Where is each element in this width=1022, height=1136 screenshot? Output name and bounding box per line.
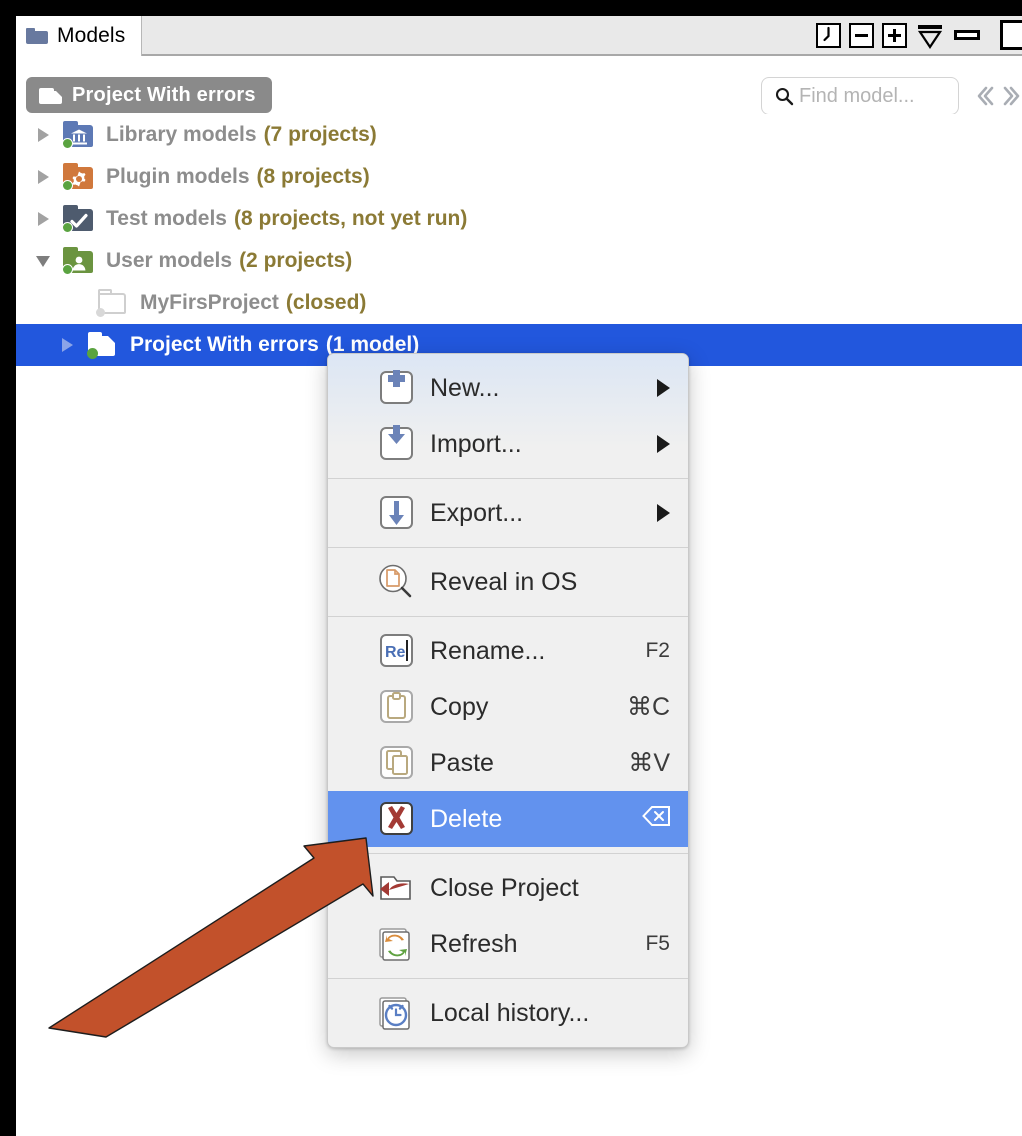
collapse-triangle-icon[interactable]: [32, 255, 54, 267]
window-controls: [816, 16, 1022, 54]
tree-row-label: Plugin models: [106, 165, 250, 188]
delete-x-icon: [376, 799, 416, 839]
menu-item-label: Refresh: [430, 929, 518, 958]
menu-item-label: Paste: [430, 748, 494, 777]
menu-item-label: Export...: [430, 498, 524, 527]
plus-box-icon[interactable]: [882, 22, 907, 48]
submenu-arrow-icon: [657, 435, 670, 453]
window-min-max: [954, 20, 1022, 50]
toolbar: Project With errors Find model...: [16, 56, 1022, 115]
menu-item-label: Import...: [430, 429, 522, 458]
menu-separator: [328, 978, 688, 979]
tree-row-user-models[interactable]: User models (2 projects): [16, 240, 1022, 282]
tree-row-count: (7 projects): [263, 123, 377, 146]
folder-icon: [26, 28, 48, 44]
menu-item-paste[interactable]: Paste ⌘V: [328, 735, 688, 791]
close-project-arrow-icon: [376, 868, 416, 908]
closed-folder-icon: [94, 288, 130, 318]
tree-row-count: (8 projects): [256, 165, 370, 188]
expand-triangle-icon[interactable]: [32, 212, 54, 226]
window-frame: Models Project With errors Find model...…: [0, 0, 1022, 1136]
clock-icon[interactable]: [816, 22, 841, 48]
breadcrumb-label: Project With errors: [72, 83, 256, 106]
library-folder-icon: [60, 120, 96, 150]
reveal-magnifier-icon: [376, 562, 416, 602]
menu-item-label: Copy: [430, 692, 489, 721]
paste-pages-icon: [376, 743, 416, 783]
menu-item-close-project[interactable]: Close Project: [328, 860, 688, 916]
breadcrumb[interactable]: Project With errors: [26, 77, 272, 113]
chevron-right-double-icon[interactable]: [1002, 84, 1022, 108]
tree-row-label: Project With errors: [130, 333, 319, 356]
menu-separator: [328, 616, 688, 617]
menu-item-accelerator: ⌘C: [626, 693, 670, 721]
clipboard-copy-icon: [376, 687, 416, 727]
menu-item-refresh[interactable]: Refresh F5: [328, 916, 688, 972]
menu-item-import[interactable]: Import...: [328, 416, 688, 472]
app-window: Models Project With errors Find model...…: [16, 16, 1022, 1136]
import-down-arrow-icon: [376, 424, 416, 464]
submenu-arrow-icon: [657, 504, 670, 522]
tree-row-label: User models: [106, 249, 233, 272]
search-input[interactable]: Find model...: [761, 77, 959, 115]
menu-item-label: Close Project: [430, 873, 579, 902]
menu-item-local-history[interactable]: Local history...: [328, 985, 688, 1041]
menu-item-label: Delete: [430, 804, 503, 833]
menu-separator: [328, 478, 688, 479]
menu-item-accelerator: F5: [645, 932, 670, 955]
tree-row-library-models[interactable]: Library models (7 projects): [16, 114, 1022, 156]
user-folder-icon: [60, 246, 96, 276]
menu-separator: [328, 853, 688, 854]
menu-item-new[interactable]: New...: [328, 360, 688, 416]
menu-item-accelerator: F2: [645, 639, 670, 662]
expand-triangle-icon[interactable]: [32, 128, 54, 142]
search-placeholder: Find model...: [799, 84, 915, 107]
plugin-folder-icon: [60, 162, 96, 192]
tree-row-plugin-models[interactable]: Plugin models (8 projects): [16, 156, 1022, 198]
folder-icon: [39, 86, 62, 104]
maximize-icon[interactable]: [1000, 20, 1022, 50]
context-menu: New... Import... Export... Reveal in OS …: [327, 353, 689, 1048]
new-plus-icon: [376, 368, 416, 408]
tab-strip: Models: [16, 16, 1022, 56]
menu-item-accelerator: ⌘V: [628, 749, 670, 777]
chevron-left-double-icon[interactable]: [975, 84, 995, 108]
menu-separator: [328, 547, 688, 548]
menu-item-export[interactable]: Export...: [328, 485, 688, 541]
menu-item-accelerator: [642, 805, 670, 833]
minus-box-icon[interactable]: [849, 22, 874, 48]
tree-row-count: (8 projects, not yet run): [233, 207, 468, 230]
open-project-folder-icon: [84, 330, 120, 360]
menu-item-label: Rename...: [430, 636, 546, 665]
expand-triangle-icon[interactable]: [56, 338, 78, 352]
svg-text:Re: Re: [385, 644, 406, 661]
tree-row-label: Test models: [106, 207, 227, 230]
expand-triangle-icon[interactable]: [32, 170, 54, 184]
tree-row-count: (2 projects): [239, 249, 353, 272]
tree-row-label: MyFirsProject: [140, 291, 279, 314]
menu-item-rename[interactable]: Re Rename... F2: [328, 623, 688, 679]
refresh-arrows-icon: [376, 924, 416, 964]
rename-re-icon: Re: [376, 631, 416, 671]
export-down-arrow-icon: [376, 493, 416, 533]
menu-item-copy[interactable]: Copy ⌘C: [328, 679, 688, 735]
search-icon: [774, 86, 794, 106]
menu-item-label: Reveal in OS: [430, 567, 578, 596]
tree-row-count: (closed): [285, 291, 367, 314]
tree-row-myfirsproject[interactable]: MyFirsProject (closed): [16, 282, 1022, 324]
menu-item-reveal-in-os[interactable]: Reveal in OS: [328, 554, 688, 610]
tab-label: Models: [57, 24, 126, 47]
minimize-icon[interactable]: [954, 30, 980, 40]
menu-item-label: New...: [430, 373, 500, 402]
clock-history-icon: [376, 993, 416, 1033]
menu-item-label: Local history...: [430, 998, 590, 1027]
tree-row-test-models[interactable]: Test models (8 projects, not yet run): [16, 198, 1022, 240]
panel-nav-controls: [975, 84, 1022, 108]
menu-item-delete[interactable]: Delete: [328, 791, 688, 847]
hourglass-icon[interactable]: [915, 23, 943, 49]
submenu-arrow-icon: [657, 379, 670, 397]
tree-row-label: Library models: [106, 123, 257, 146]
tab-models[interactable]: Models: [16, 16, 143, 56]
test-folder-icon: [60, 204, 96, 234]
